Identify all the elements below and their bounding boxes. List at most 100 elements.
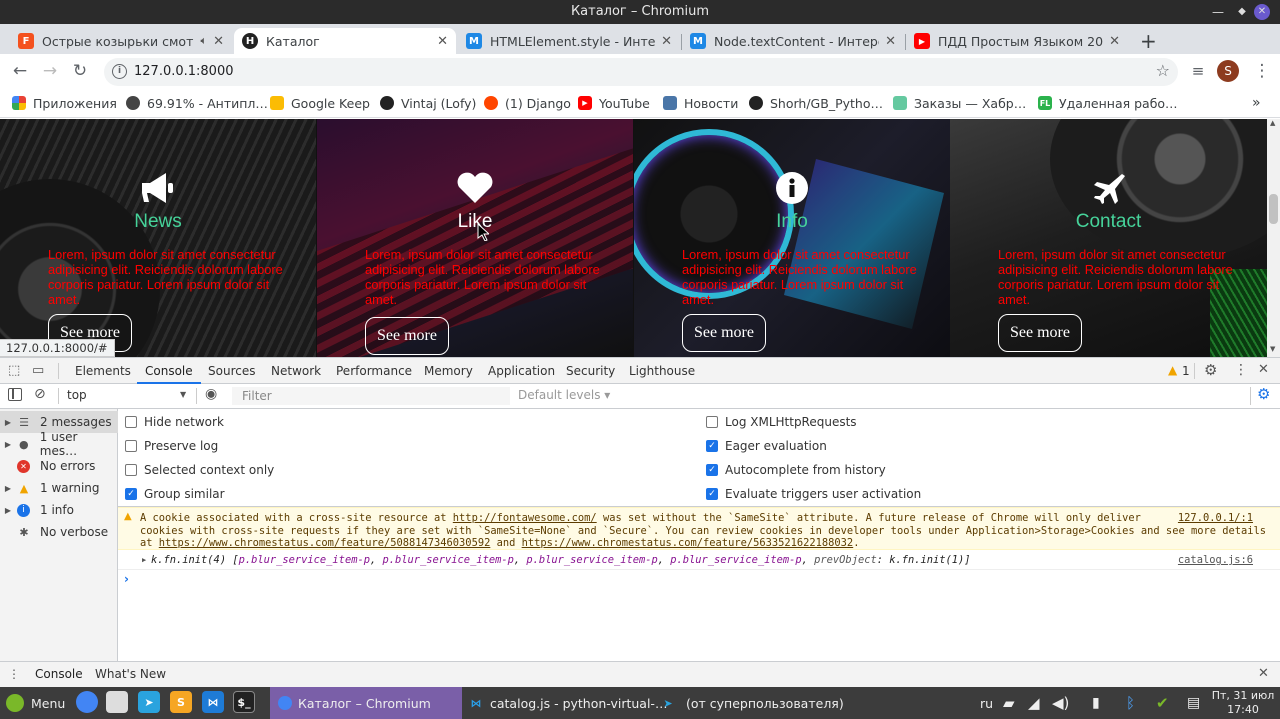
- scroll-up-icon[interactable]: ▲: [1270, 119, 1275, 127]
- expand-arrow-icon[interactable]: ▶: [0, 484, 16, 493]
- log-source-link[interactable]: catalog.js:6: [1178, 550, 1253, 570]
- sidebar-item-info[interactable]: ▶ i 1 info: [0, 499, 118, 521]
- context-dropdown-icon[interactable]: ▼: [180, 390, 186, 399]
- log-levels-dropdown[interactable]: Default levels ▾: [518, 388, 610, 402]
- bookmark-item-5[interactable]: ▶ YouTube: [578, 94, 650, 112]
- eye-icon[interactable]: ◉: [205, 386, 217, 402]
- drawer-menu-icon[interactable]: ⋮: [8, 667, 20, 681]
- sublime-launcher-icon[interactable]: S: [170, 691, 192, 713]
- devtools-tab-performance[interactable]: Performance: [336, 358, 412, 384]
- hide-network-checkbox[interactable]: Hide network: [125, 415, 224, 429]
- drawer-tab-console[interactable]: Console: [35, 667, 83, 681]
- close-window-icon[interactable]: ✕: [1254, 4, 1270, 20]
- see-more-button[interactable]: See more: [682, 314, 766, 352]
- devtools-tab-security[interactable]: Security: [566, 358, 615, 384]
- bookmark-item-8[interactable]: Заказы — Хабр…: [893, 94, 1026, 112]
- clear-console-icon[interactable]: ⊘: [34, 386, 46, 402]
- eager-evaluation-checkbox[interactable]: ✓ Eager evaluation: [706, 439, 827, 453]
- clipboard-icon[interactable]: ▤: [1187, 691, 1200, 715]
- restore-icon[interactable]: ◆: [1230, 0, 1254, 24]
- bookmark-item-2[interactable]: Google Keep: [270, 94, 370, 112]
- bookmark-item-9[interactable]: FL Удаленная рабо…: [1038, 94, 1178, 112]
- devtools-tab-elements[interactable]: Elements: [75, 358, 131, 384]
- checkbox-box-checked[interactable]: ✓: [706, 464, 718, 476]
- checkbox-box[interactable]: [125, 440, 137, 452]
- more-bookmarks-icon[interactable]: »: [1252, 94, 1261, 112]
- profile-avatar[interactable]: S: [1217, 60, 1239, 82]
- wifi-icon[interactable]: ◢: [1028, 691, 1040, 715]
- devtools-tab-memory[interactable]: Memory: [424, 358, 473, 384]
- clock[interactable]: Пт, 31 июл 17:40: [1210, 689, 1276, 717]
- expand-object-icon[interactable]: ▶: [142, 550, 146, 570]
- group-similar-checkbox[interactable]: ✓ Group similar: [125, 487, 225, 501]
- devtools-tab-application[interactable]: Application: [488, 358, 555, 384]
- expand-arrow-icon[interactable]: ▶: [0, 440, 16, 449]
- vscode-launcher-icon[interactable]: ⋈: [202, 691, 224, 713]
- speaker-icon[interactable]: 🔈︎: [200, 34, 207, 48]
- console-log-message[interactable]: ▶ k.fn.init(4) [p.blur_service_item-p, p…: [118, 550, 1280, 570]
- console-prompt-icon[interactable]: ›: [124, 572, 129, 586]
- battery-icon[interactable]: ▮: [1092, 691, 1100, 715]
- bookmark-item-0[interactable]: Приложения: [12, 94, 117, 112]
- log-xhr-checkbox[interactable]: Log XMLHttpRequests: [706, 415, 857, 429]
- site-info-icon[interactable]: i: [112, 64, 127, 79]
- devtools-tab-lighthouse[interactable]: Lighthouse: [629, 358, 695, 384]
- checkbox-box-checked[interactable]: ✓: [706, 440, 718, 452]
- drawer-tab-whats-new[interactable]: What's New: [95, 667, 166, 681]
- bookmark-item-3[interactable]: Vintaj (Lofy): [380, 94, 476, 112]
- chromium-launcher-icon[interactable]: [76, 691, 98, 713]
- warning-icon[interactable]: ▲: [1168, 363, 1177, 377]
- address-bar[interactable]: i 127.0.0.1:8000 ☆: [104, 58, 1178, 86]
- tab-close-icon[interactable]: ✕: [661, 34, 672, 49]
- bookmark-item-6[interactable]: Новости: [663, 94, 738, 112]
- media-control-icon[interactable]: ≡: [1186, 59, 1210, 83]
- start-menu-button[interactable]: Menu: [6, 691, 65, 715]
- console-settings-gear-icon[interactable]: ⚙: [1257, 385, 1270, 403]
- expand-arrow-icon[interactable]: ▶: [0, 506, 16, 515]
- selected-context-checkbox[interactable]: Selected context only: [125, 463, 274, 477]
- url-text[interactable]: 127.0.0.1:8000: [134, 58, 234, 86]
- checkbox-box-checked[interactable]: ✓: [125, 488, 137, 500]
- menu-kebab-icon[interactable]: ⋮: [1250, 59, 1274, 83]
- page-scrollbar[interactable]: ▲ ▼: [1267, 119, 1280, 357]
- telegram-launcher-icon[interactable]: ➤: [138, 691, 160, 713]
- tab-close-icon[interactable]: ✕: [213, 34, 224, 49]
- inspect-element-icon[interactable]: ⬚: [8, 363, 20, 378]
- expand-arrow-icon[interactable]: ▶: [0, 418, 16, 427]
- sidebar-item-errors[interactable]: ✕ No errors: [0, 455, 118, 477]
- reload-icon[interactable]: ↻: [68, 59, 92, 83]
- close-drawer-icon[interactable]: ✕: [1258, 666, 1269, 681]
- context-selector[interactable]: top: [67, 388, 87, 402]
- bookmark-item-7[interactable]: Shorh/GB_Pytho…: [749, 94, 883, 112]
- browser-tab-1[interactable]: H Каталог ✕: [234, 28, 456, 54]
- tab-close-icon[interactable]: ✕: [885, 34, 896, 49]
- filter-input[interactable]: Filter: [232, 387, 510, 405]
- see-more-button[interactable]: See more: [998, 314, 1082, 352]
- sidebar-item-warnings[interactable]: ▶ ▲ 1 warning: [0, 477, 118, 499]
- checkbox-box-checked[interactable]: ✓: [706, 488, 718, 500]
- sidebar-item-verbose[interactable]: ✱ No verbose: [0, 521, 118, 543]
- shield-update-icon[interactable]: ✔: [1156, 691, 1169, 715]
- warning-count[interactable]: 1: [1182, 364, 1190, 378]
- devtools-tab-sources[interactable]: Sources: [208, 358, 255, 384]
- taskbar-window-vscode[interactable]: ⋈ catalog.js - python-virtual-…: [468, 691, 668, 715]
- bookmark-star-icon[interactable]: ☆: [1156, 61, 1170, 80]
- keyboard-layout-indicator[interactable]: ru: [980, 691, 993, 715]
- browser-tab-4[interactable]: ▶ ПДД Простым Языком 2019 ✕: [906, 28, 1128, 54]
- checkbox-box[interactable]: [125, 416, 137, 428]
- close-devtools-icon[interactable]: ✕: [1258, 362, 1269, 377]
- scrollbar-thumb[interactable]: [1269, 194, 1278, 224]
- minimize-icon[interactable]: —: [1206, 0, 1230, 24]
- checkbox-box[interactable]: [706, 416, 718, 428]
- bluetooth-icon[interactable]: ᛒ: [1126, 691, 1135, 715]
- evaluate-triggers-checkbox[interactable]: ✓ Evaluate triggers user activation: [706, 487, 921, 501]
- taskbar-window-telegram[interactable]: ➤ (от суперпользователя): [660, 691, 843, 715]
- warning-source-link[interactable]: 127.0.0.1/:1: [1173, 512, 1253, 525]
- bookmark-item-4[interactable]: (1) Django: [484, 94, 571, 112]
- bookmark-item-1[interactable]: 69.91% - Антипл…: [126, 94, 268, 112]
- volume-icon[interactable]: ◀): [1052, 691, 1069, 715]
- sidebar-toggle-icon[interactable]: [8, 388, 22, 401]
- settings-gear-icon[interactable]: ⚙: [1204, 361, 1217, 379]
- files-launcher-icon[interactable]: [106, 691, 128, 713]
- sidebar-item-user-messages[interactable]: ▶ ● 1 user mes…: [0, 430, 118, 458]
